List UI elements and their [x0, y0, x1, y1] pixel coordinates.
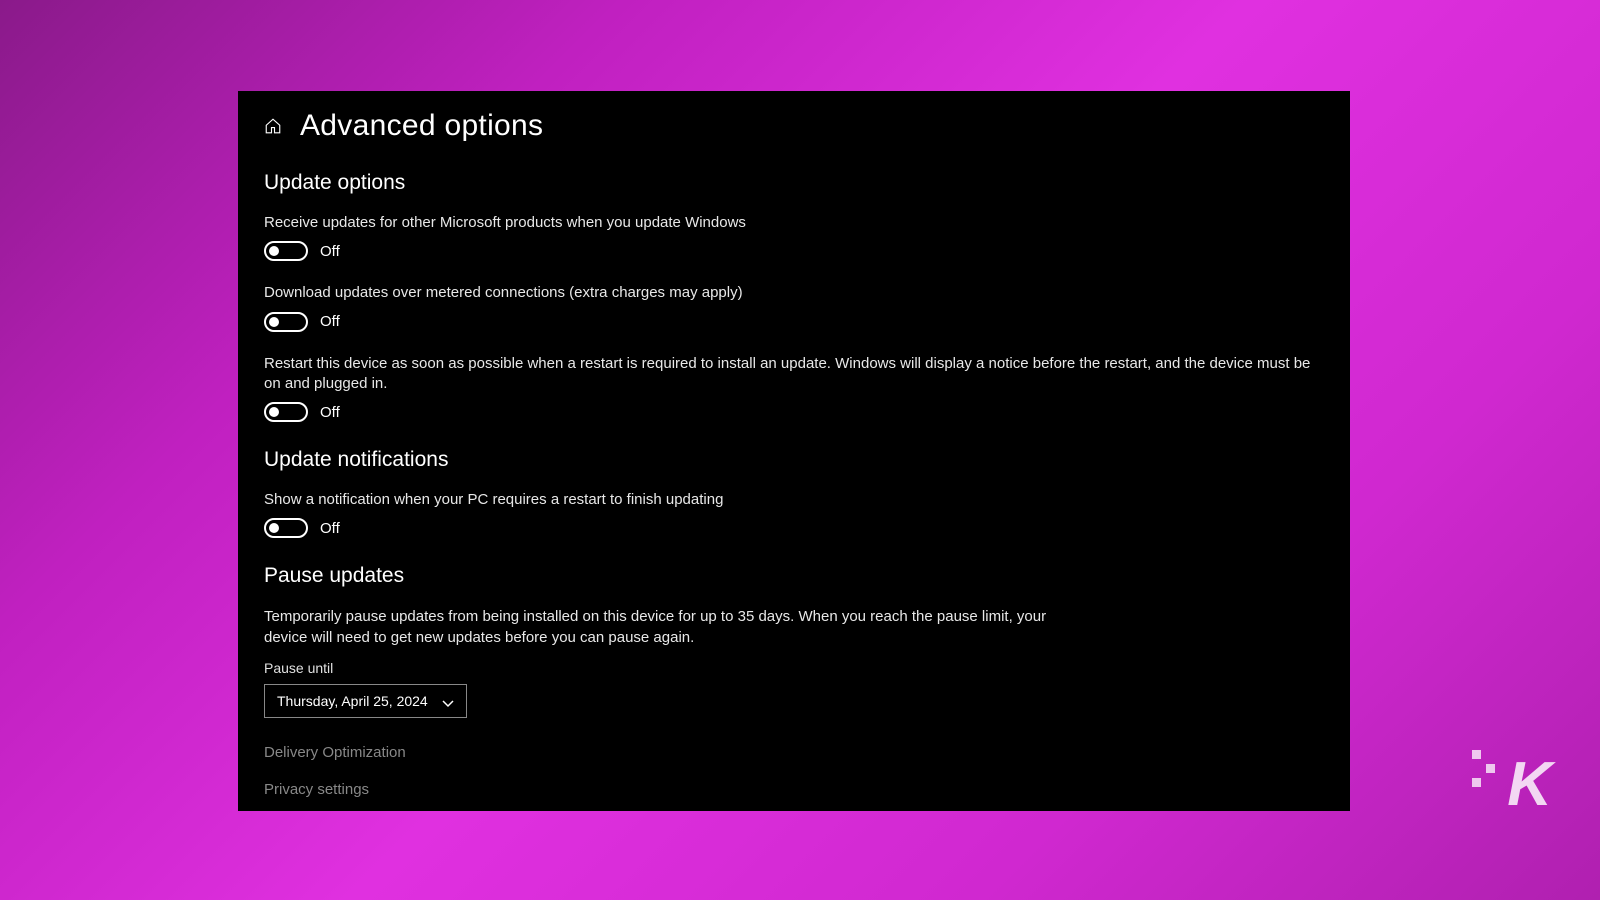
- toggle-receive-updates[interactable]: [264, 241, 308, 261]
- toggle-knob: [269, 523, 279, 533]
- section-title: Update options: [264, 171, 1324, 195]
- option-label: Restart this device as soon as possible …: [264, 354, 1324, 395]
- section-pause-updates: Pause updates Temporarily pause updates …: [264, 564, 1324, 718]
- option-label: Show a notification when your PC require…: [264, 490, 1324, 510]
- dropdown-value: Thursday, April 25, 2024: [277, 693, 428, 709]
- toggle-row-restart: Off: [264, 402, 1324, 422]
- page-title: Advanced options: [300, 109, 543, 143]
- pause-until-label: Pause until: [264, 660, 1324, 676]
- pause-description: Temporarily pause updates from being ins…: [264, 606, 1054, 648]
- chevron-down-icon: [442, 695, 454, 707]
- toggle-restart-device[interactable]: [264, 402, 308, 422]
- toggle-row-notification: Off: [264, 518, 1324, 538]
- toggle-knob: [269, 407, 279, 417]
- link-privacy-settings[interactable]: Privacy settings: [264, 781, 1324, 798]
- option-label: Download updates over metered connection…: [264, 283, 1324, 303]
- toggle-state: Off: [320, 313, 340, 330]
- section-title: Pause updates: [264, 564, 1324, 588]
- pause-until-dropdown[interactable]: Thursday, April 25, 2024: [264, 684, 467, 718]
- link-delivery-optimization[interactable]: Delivery Optimization: [264, 744, 1324, 761]
- home-icon[interactable]: [264, 117, 282, 135]
- toggle-restart-notification[interactable]: [264, 518, 308, 538]
- section-title: Update notifications: [264, 448, 1324, 472]
- section-update-notifications: Update notifications Show a notification…: [264, 448, 1324, 538]
- page-header: Advanced options: [264, 109, 1324, 143]
- toggle-row-metered: Off: [264, 312, 1324, 332]
- toggle-metered-connections[interactable]: [264, 312, 308, 332]
- toggle-state: Off: [320, 243, 340, 260]
- toggle-state: Off: [320, 520, 340, 537]
- toggle-knob: [269, 246, 279, 256]
- option-label: Receive updates for other Microsoft prod…: [264, 213, 1324, 233]
- settings-window: Advanced options Update options Receive …: [238, 91, 1350, 811]
- toggle-knob: [269, 317, 279, 327]
- watermark-logo: K: [1507, 749, 1550, 820]
- section-update-options: Update options Receive updates for other…: [264, 171, 1324, 422]
- toggle-state: Off: [320, 404, 340, 421]
- toggle-row-receive-updates: Off: [264, 241, 1324, 261]
